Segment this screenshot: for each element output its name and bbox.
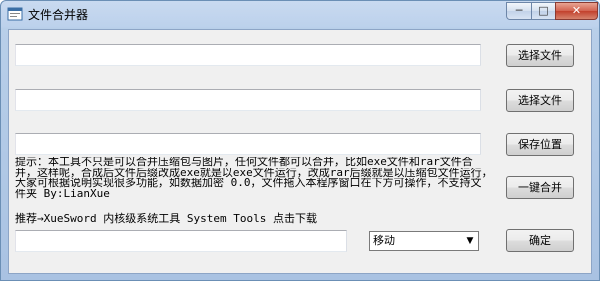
hint-line: 件夹 By:LianXue xyxy=(15,188,110,199)
confirm-button[interactable]: 确定 xyxy=(506,229,574,252)
maximize-button[interactable]: □ xyxy=(531,2,556,20)
hint-line: 并，这样呢，合成后文件后缀改成exe就是以exe文件运行，改成rar后缀就是以压… xyxy=(15,167,493,178)
download-link[interactable]: 推荐→XueSword 内核级系统工具 System Tools 点击下载 xyxy=(15,210,317,226)
app-icon xyxy=(7,7,23,21)
save-path-input[interactable] xyxy=(15,133,481,155)
save-location-button[interactable]: 保存位置 xyxy=(506,133,574,156)
hint-line: 提示：本工具不只是可以合并压缩包与图片，任何文件都可以合并，比如exe文件和ra… xyxy=(15,157,473,168)
file2-input[interactable] xyxy=(15,89,481,111)
merge-button[interactable]: 一键合并 xyxy=(506,176,574,199)
drop-target-input[interactable] xyxy=(15,230,347,252)
window-title: 文件合并器 xyxy=(28,8,89,22)
hint-text: 提示：本工具不只是可以合并压缩包与图片，任何文件都可以合并，比如exe文件和ra… xyxy=(15,157,501,199)
hint-line: 大家可根据说明实现很多功能，如数据加密 0.0，文件拖入本程序窗口在下方可操作，… xyxy=(15,178,482,189)
action-select-value: 移动 xyxy=(373,234,395,247)
chevron-down-icon[interactable]: ▼ xyxy=(462,232,478,250)
file1-input[interactable] xyxy=(15,44,481,66)
app-window: 文件合并器 ─ □ ✕ 选择文件 选择文件 保存位置 提示：本工具不只是可以合并… xyxy=(0,0,600,281)
action-select[interactable]: 移动 ▼ xyxy=(369,231,479,251)
close-button[interactable]: ✕ xyxy=(555,2,598,20)
minimize-button[interactable]: ─ xyxy=(506,2,532,20)
client-area: 选择文件 选择文件 保存位置 提示：本工具不只是可以合并压缩包与图片，任何文件都… xyxy=(8,29,592,274)
select-file1-button[interactable]: 选择文件 xyxy=(506,44,574,67)
select-file2-button[interactable]: 选择文件 xyxy=(506,89,574,112)
title-bar[interactable]: 文件合并器 ─ □ ✕ xyxy=(1,1,599,28)
